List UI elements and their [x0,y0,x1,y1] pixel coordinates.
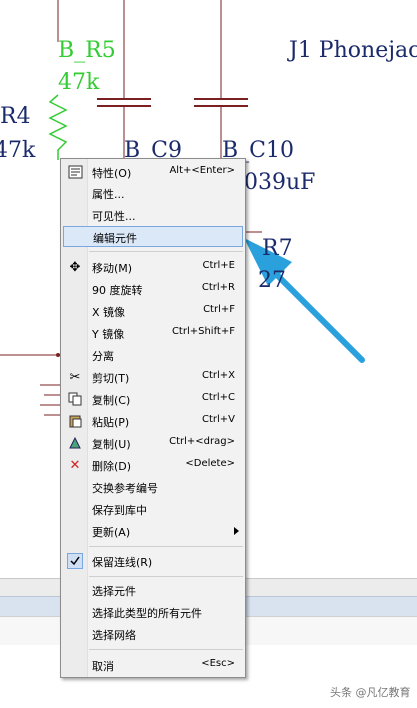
menu-item-attributes[interactable]: 属性... [63,183,243,203]
menu-item-label: 可见性... [92,210,136,223]
label-r7-value: 27 [258,268,286,293]
scissors-icon: ✂ [69,369,81,385]
menu-item-label: 分离 [92,350,114,363]
menu-item-label: 属性... [92,188,125,201]
checkmark-icon [63,551,87,571]
menu-item-cut[interactable]: ✂ 剪切(T) Ctrl+X [63,367,243,387]
menu-item-label: 选择网络 [92,629,136,642]
menu-item-shortcut: Ctrl+<drag> [169,436,235,447]
menu-item-shortcut: Ctrl+F [203,304,235,315]
menu-item-cancel[interactable]: 取消 <Esc> [63,655,243,675]
menu-item-label: 90 度旋转 [92,284,143,297]
menu-item-keep-connections[interactable]: 保留连线(R) [63,551,243,571]
copy-icon [63,389,87,409]
menu-item-duplicate[interactable]: 复制(U) Ctrl+<drag> [63,433,243,453]
menu-item-shortcut: Ctrl+V [201,414,235,425]
menu-separator [89,251,243,252]
menu-item-label: 更新(A) [92,526,131,539]
menu-item-shortcut: <Delete> [185,458,235,469]
menu-item-delete[interactable]: ✕ 删除(D) <Delete> [63,455,243,475]
menu-item-swap-refdes[interactable]: 交换参考编号 [63,477,243,497]
menu-item-shortcut: Ctrl+X [201,370,235,381]
menu-item-label: 复制(U) [92,438,131,451]
move-icon: ✥ [69,259,81,275]
menu-item-label: 保存到库中 [92,504,147,517]
menu-item-shortcut: Ctrl+C [201,392,235,403]
menu-item-label: X 镜像 [92,306,126,319]
menu-separator [89,649,243,650]
label-r4: R4 [0,104,31,129]
context-menu: 特性(O) Alt+<Enter> 属性... 可见性... 编辑元件 ✥ 移动… [60,158,246,678]
menu-item-mirror-y[interactable]: Y 镜像 Ctrl+Shift+F [63,323,243,343]
menu-item-shortcut: <Esc> [201,658,235,669]
menu-item-shortcut: Alt+<Enter> [169,165,235,176]
delete-x-icon: ✕ [69,457,81,473]
menu-item-visibility[interactable]: 可见性... [63,205,243,225]
menu-item-label: 编辑元件 [93,232,137,245]
menu-item-copy[interactable]: 复制(C) Ctrl+C [63,389,243,409]
menu-item-label: 删除(D) [92,460,132,473]
watermark: 头条 @凡亿教育 [330,686,411,699]
label-r5-value: 47k [58,70,100,95]
menu-item-label: 特性(O) [92,167,132,180]
menu-item-label: Y 镜像 [92,328,125,341]
label-c10-value: 039uF [244,170,316,195]
submenu-arrow-icon [234,527,239,535]
menu-separator [89,576,243,577]
menu-item-select-all-of-type[interactable]: 选择此类型的所有元件 [63,602,243,622]
properties-icon [63,162,87,182]
menu-item-shortcut: Ctrl+E [202,260,236,271]
label-j1: J1 Phonejac [289,38,417,63]
menu-item-mirror-x[interactable]: X 镜像 Ctrl+F [63,301,243,321]
menu-item-shortcut: Ctrl+R [201,282,235,293]
menu-item-label: 取消 [92,660,114,673]
paste-icon [63,411,87,431]
menu-item-label: 保留连线(R) [92,556,153,569]
label-r7: R7 [262,236,293,261]
label-b-r5: B_R5 [58,38,116,63]
menu-item-detach[interactable]: 分离 [63,345,243,365]
menu-item-properties[interactable]: 特性(O) Alt+<Enter> [63,162,243,182]
menu-item-label: 交换参考编号 [92,482,158,495]
menu-item-label: 剪切(T) [92,372,130,385]
menu-item-select-part[interactable]: 选择元件 [63,580,243,600]
menu-item-paste[interactable]: 粘贴(P) Ctrl+V [63,411,243,431]
menu-item-move[interactable]: ✥ 移动(M) Ctrl+E [63,257,243,277]
menu-item-label: 选择此类型的所有元件 [92,607,202,620]
menu-item-label: 选择元件 [92,585,136,598]
menu-item-rotate-90[interactable]: 90 度旋转 Ctrl+R [63,279,243,299]
menu-item-label: 复制(C) [92,394,131,407]
menu-item-label: 粘贴(P) [92,416,130,429]
duplicate-icon [63,433,87,453]
menu-item-edit-part[interactable]: 编辑元件 [63,226,243,247]
menu-item-label: 移动(M) [92,262,133,275]
label-r4-value: 47k [0,138,36,163]
menu-item-save-to-library[interactable]: 保存到库中 [63,499,243,519]
menu-item-shortcut: Ctrl+Shift+F [171,326,235,337]
menu-separator [89,546,243,547]
menu-item-update[interactable]: 更新(A) [63,521,243,541]
menu-item-select-net[interactable]: 选择网络 [63,624,243,644]
